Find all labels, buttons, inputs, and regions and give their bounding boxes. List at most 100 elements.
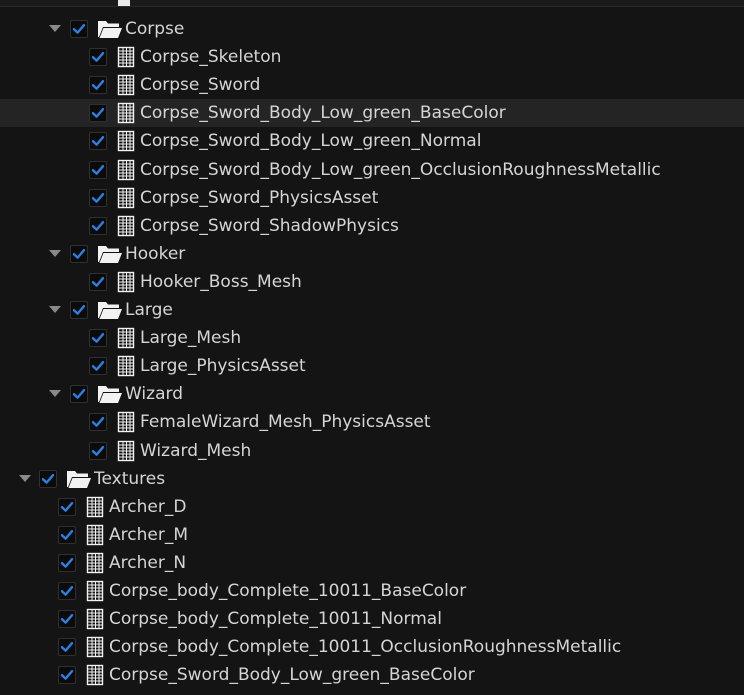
include-checkbox[interactable] [58,582,76,600]
folder-open-icon [97,18,122,40]
folder-open-icon [97,383,122,405]
checkmark-icon [91,136,105,147]
include-checkbox[interactable] [89,413,107,432]
include-checkbox[interactable] [70,385,88,404]
expand-arrow-icon[interactable] [18,465,32,493]
checkmark-icon [91,52,105,62]
asset-tree-panel: Corpse Corpse_Skeleton Corpse_Sword Corpse_… [0,0,744,695]
include-checkbox[interactable] [89,160,107,179]
expand-arrow-icon[interactable] [48,15,62,43]
tree-file-row[interactable]: Corpse_Sword_Body_Low_green_OcclusionRou… [0,156,744,184]
tree-file-row[interactable]: Corpse_Sword_ShadowPhysics [0,212,744,240]
folder-label: Corpse [125,19,185,39]
tree-file-row[interactable]: Large_Mesh [0,324,744,352]
include-checkbox[interactable] [89,329,107,348]
checkmark-icon [91,80,105,90]
checkmark-icon [72,248,86,259]
document-icon [117,46,135,68]
folder-open-icon [97,243,122,265]
include-checkbox[interactable] [58,553,76,572]
expand-arrow-icon[interactable] [48,296,62,324]
checkmark-icon [91,220,105,231]
tree-file-row[interactable]: Corpse_body_Complete_10011_Normal [0,605,744,633]
expand-arrow-icon[interactable] [48,380,62,408]
asset-label: Corpse_Sword_Body_Low_green_BaseColor [140,103,506,124]
folder-label: Hooker [125,243,186,264]
folder-label: Wizard [125,384,183,405]
include-checkbox[interactable] [70,244,88,263]
checkmark-icon [91,417,105,428]
tree-file-row[interactable]: Corpse_Skeleton [0,43,744,71]
checkmark-icon [60,642,74,652]
folder-label: Textures [94,468,166,489]
tree-file-row[interactable]: Large_PhysicsAsset [0,352,744,380]
include-checkbox[interactable] [58,666,76,685]
include-checkbox[interactable] [89,272,107,291]
include-checkbox[interactable] [89,132,107,151]
checkmark-icon [72,305,86,315]
document-icon [86,496,104,518]
tree-file-row[interactable]: Corpse_Sword_PhysicsAsset [0,184,744,212]
asset-label: Hooker_Boss_Mesh [140,271,302,292]
include-checkbox[interactable] [89,216,107,235]
tree-file-row[interactable]: Archer_N [0,549,744,577]
checkmark-icon [60,529,74,540]
checkmark-icon [60,670,74,681]
tree-folder-row[interactable]: Corpse [0,15,744,43]
checkmark-icon [72,24,86,34]
asset-label: Corpse_Sword_Body_Low_green_BaseColor [109,665,475,686]
tree-file-row[interactable]: Corpse_Sword [0,71,744,99]
checkmark-icon [91,192,105,203]
tree-file-row[interactable]: Archer_D [0,493,744,521]
include-checkbox[interactable] [58,525,76,544]
tree-folder-row[interactable]: Textures [0,465,744,493]
asset-label: Corpse_Skeleton [140,47,282,68]
expand-arrow-icon[interactable] [48,240,62,268]
document-icon [117,355,135,377]
tree-file-row[interactable]: Corpse_Sword_Body_Low_green_Normal [0,127,744,155]
checkmark-icon [91,361,105,371]
checkmark-icon [60,614,74,624]
cut-off-icon [118,0,130,6]
previous-row-edge [0,0,744,7]
include-checkbox[interactable] [89,357,107,376]
include-checkbox[interactable] [89,76,107,95]
document-icon [117,102,135,124]
include-checkbox[interactable] [89,441,107,460]
document-icon [86,636,104,658]
document-icon [86,552,104,574]
asset-label: Archer_D [109,496,187,517]
tree-file-row[interactable]: FemaleWizard_Mesh_PhysicsAsset [0,408,744,436]
document-icon [86,664,104,686]
include-checkbox[interactable] [58,497,76,516]
folder-label: Large [125,300,173,320]
checkmark-icon [91,333,105,343]
checkmark-icon [91,445,105,456]
tree-file-row[interactable]: Archer_M [0,521,744,549]
tree-file-row[interactable]: Hooker_Boss_Mesh [0,268,744,296]
tree-folder-row[interactable]: Hooker [0,240,744,268]
document-icon [117,215,135,237]
include-checkbox[interactable] [39,469,57,488]
document-icon [117,440,135,462]
folder-open-icon [97,299,122,321]
tree-file-row[interactable]: Corpse_Sword_Body_Low_green_BaseColor [0,99,744,128]
asset-label: Wizard_Mesh [140,440,252,461]
tree-folder-row[interactable]: Wizard [0,380,744,408]
include-checkbox[interactable] [89,188,107,207]
checkmark-icon [91,108,105,119]
tree-folder-row[interactable]: Large [0,296,744,324]
tree-file-row[interactable]: Corpse_Sword_Body_Low_green_BaseColor [0,661,744,689]
tree-file-row[interactable]: Corpse_body_Complete_10011_BaseColor [0,577,744,605]
include-checkbox[interactable] [89,104,107,123]
checkmark-icon [91,164,105,175]
include-checkbox[interactable] [70,20,88,38]
include-checkbox[interactable] [89,48,107,67]
asset-label: Corpse_Sword_ShadowPhysics [140,215,399,236]
checkmark-icon [41,473,55,484]
include-checkbox[interactable] [58,610,76,629]
tree-file-row[interactable]: Corpse_body_Complete_10011_OcclusionRoug… [0,633,744,661]
tree-file-row[interactable]: Wizard_Mesh [0,437,744,465]
include-checkbox[interactable] [58,638,76,657]
include-checkbox[interactable] [70,301,88,319]
